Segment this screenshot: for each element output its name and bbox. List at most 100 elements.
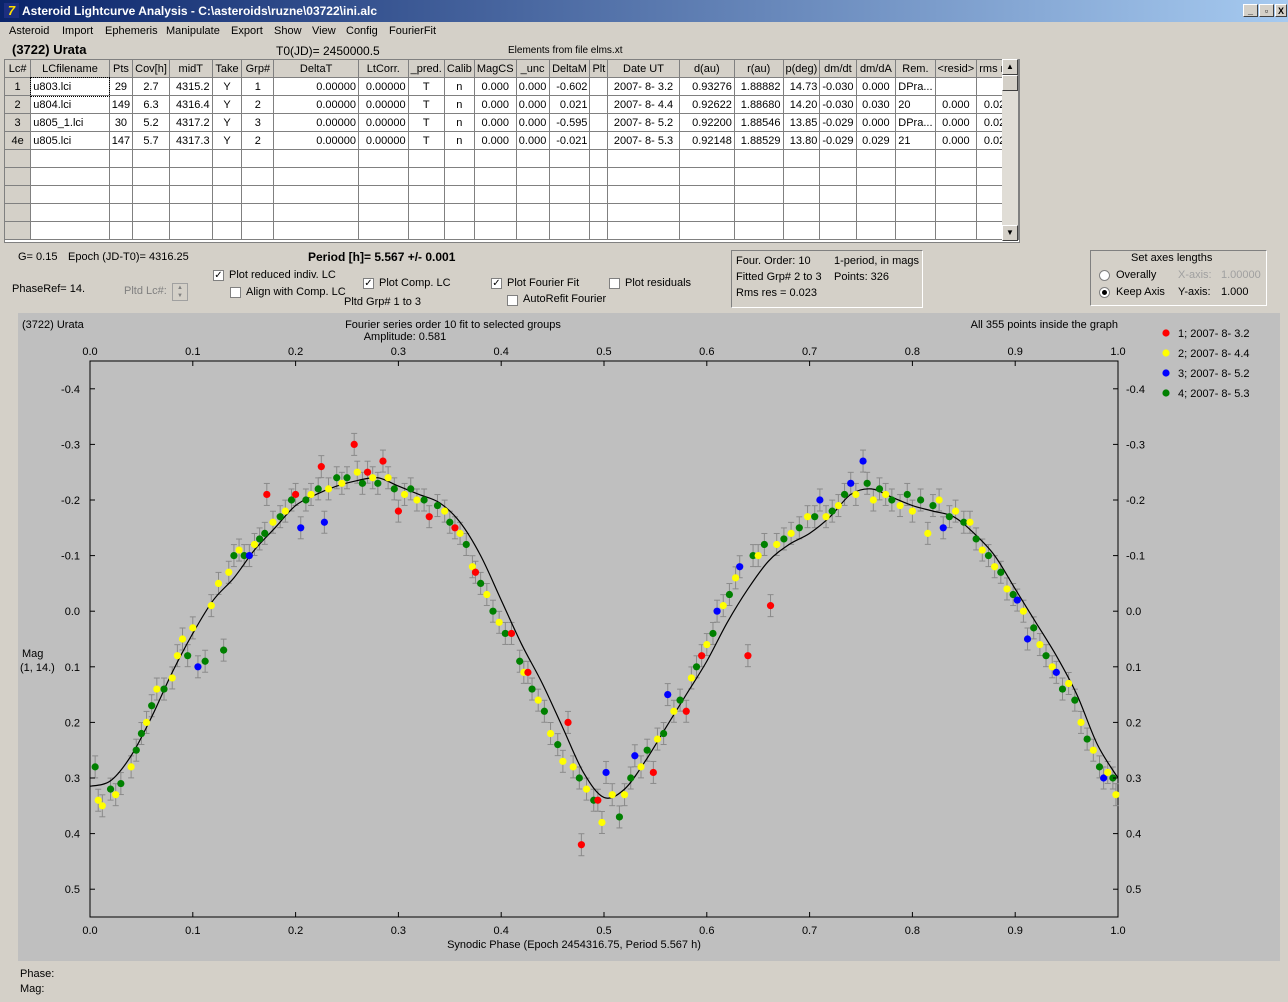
table-cell[interactable] (5, 203, 32, 222)
table-cell[interactable] (474, 221, 517, 240)
table-cell[interactable] (474, 185, 517, 204)
table-cell[interactable]: u803.lci (29, 76, 111, 97)
table-cell[interactable] (935, 149, 978, 168)
table-cell[interactable] (132, 149, 170, 168)
empty-row[interactable] (5, 221, 1019, 240)
table-cell[interactable]: 0.00000 (358, 131, 409, 150)
table-cell[interactable]: n (444, 113, 475, 132)
table-cell[interactable] (273, 221, 360, 240)
table-cell[interactable] (444, 167, 475, 186)
table-cell[interactable] (408, 167, 445, 186)
table-cell[interactable] (783, 203, 821, 222)
table-cell[interactable]: 0.00000 (273, 131, 360, 150)
table-cell[interactable] (935, 77, 978, 96)
table-cell[interactable] (607, 221, 680, 240)
table-cell[interactable] (895, 185, 936, 204)
table-cell[interactable] (783, 221, 821, 240)
table-cell[interactable] (5, 167, 32, 186)
table-cell[interactable] (589, 77, 609, 96)
table-cell[interactable]: n (444, 77, 475, 96)
table-cell[interactable] (549, 167, 591, 186)
table-cell[interactable] (444, 185, 475, 204)
column-header[interactable]: _unc (516, 60, 550, 78)
table-cell[interactable] (935, 221, 978, 240)
column-header[interactable]: _pred. (408, 60, 445, 78)
empty-row[interactable] (5, 203, 1019, 222)
align-comp-checkbox[interactable] (230, 287, 241, 298)
table-cell[interactable]: T (408, 77, 445, 96)
table-cell[interactable] (212, 149, 243, 168)
menu-asteroid[interactable]: Asteroid (9, 25, 49, 37)
table-cell[interactable] (30, 221, 110, 240)
empty-row[interactable] (5, 185, 1019, 204)
table-cell[interactable] (856, 185, 897, 204)
table-cell[interactable]: -0.030 (819, 95, 857, 114)
table-cell[interactable] (212, 167, 243, 186)
table-cell[interactable] (444, 149, 475, 168)
table-cell[interactable]: 2007- 8- 4.4 (607, 95, 680, 114)
table-cell[interactable] (273, 149, 360, 168)
minimize-button[interactable]: _ (1243, 4, 1258, 17)
plot-reduced-checkbox[interactable]: ✓ (213, 270, 224, 281)
restore-button[interactable]: ▫ (1259, 4, 1274, 17)
pltd-lc-spinner[interactable]: ▲ ▼ (172, 283, 188, 301)
table-cell[interactable] (549, 185, 591, 204)
table-cell[interactable] (109, 149, 134, 168)
table-cell[interactable] (589, 149, 609, 168)
table-cell[interactable] (5, 149, 32, 168)
table-cell[interactable]: n (444, 95, 475, 114)
table-cell[interactable]: 0.000 (474, 77, 517, 96)
menu-fourierfit[interactable]: FourierFit (389, 25, 436, 37)
table-cell[interactable]: 0.021 (549, 95, 591, 114)
table-cell[interactable]: T (408, 95, 445, 114)
table-cell[interactable] (358, 221, 409, 240)
table-cell[interactable]: n (444, 131, 475, 150)
menu-export[interactable]: Export (231, 25, 263, 37)
table-cell[interactable] (783, 167, 821, 186)
table-cell[interactable]: Y (212, 113, 243, 132)
table-cell[interactable]: 20 (895, 95, 936, 114)
table-cell[interactable]: 13.80 (783, 131, 821, 150)
column-header[interactable]: r(au) (734, 60, 784, 78)
table-cell[interactable] (474, 149, 517, 168)
table-cell[interactable] (408, 203, 445, 222)
table-cell[interactable]: DPra... (895, 77, 936, 96)
x-axis-value[interactable]: 1.00000 (1221, 269, 1261, 281)
table-cell[interactable] (516, 203, 550, 222)
table-cell[interactable]: 6.3 (132, 95, 170, 114)
column-header[interactable]: MagCS (474, 60, 517, 78)
table-cell[interactable] (819, 185, 857, 204)
table-cell[interactable]: Y (212, 131, 243, 150)
table-cell[interactable]: 2.7 (132, 77, 170, 96)
table-cell[interactable] (607, 185, 680, 204)
column-header[interactable]: <resid> (935, 60, 978, 78)
table-cell[interactable]: DPra... (895, 113, 936, 132)
table-cell[interactable]: 2 (241, 95, 275, 114)
column-header[interactable]: Pts (109, 60, 134, 78)
table-cell[interactable]: 30 (109, 113, 134, 132)
table-cell[interactable]: 13.85 (783, 113, 821, 132)
table-cell[interactable] (734, 203, 784, 222)
column-header[interactable]: LCfilename (30, 60, 110, 78)
table-cell[interactable] (607, 203, 680, 222)
column-header[interactable]: dm/dt (819, 60, 857, 78)
table-cell[interactable]: T (408, 113, 445, 132)
table-cell[interactable]: 2007- 8- 3.2 (607, 77, 680, 96)
table-cell[interactable] (241, 149, 275, 168)
table-cell[interactable]: 2 (5, 95, 32, 114)
table-cell[interactable] (273, 203, 360, 222)
table-cell[interactable] (132, 221, 170, 240)
column-header[interactable]: Plt (589, 60, 609, 78)
table-cell[interactable]: 29 (109, 77, 134, 96)
table-cell[interactable]: 2007- 8- 5.3 (607, 131, 680, 150)
table-cell[interactable]: 5.2 (132, 113, 170, 132)
table-cell[interactable]: 4315.2 (169, 77, 213, 96)
table-cell[interactable] (856, 167, 897, 186)
table-cell[interactable]: 2007- 8- 5.2 (607, 113, 680, 132)
table-cell[interactable]: 0.00000 (273, 77, 360, 96)
table-cell[interactable]: u805.lci (30, 131, 110, 150)
table-cell[interactable]: 1.88882 (734, 77, 784, 96)
table-cell[interactable] (358, 203, 409, 222)
table-cell[interactable] (212, 185, 243, 204)
table-cell[interactable] (549, 203, 591, 222)
